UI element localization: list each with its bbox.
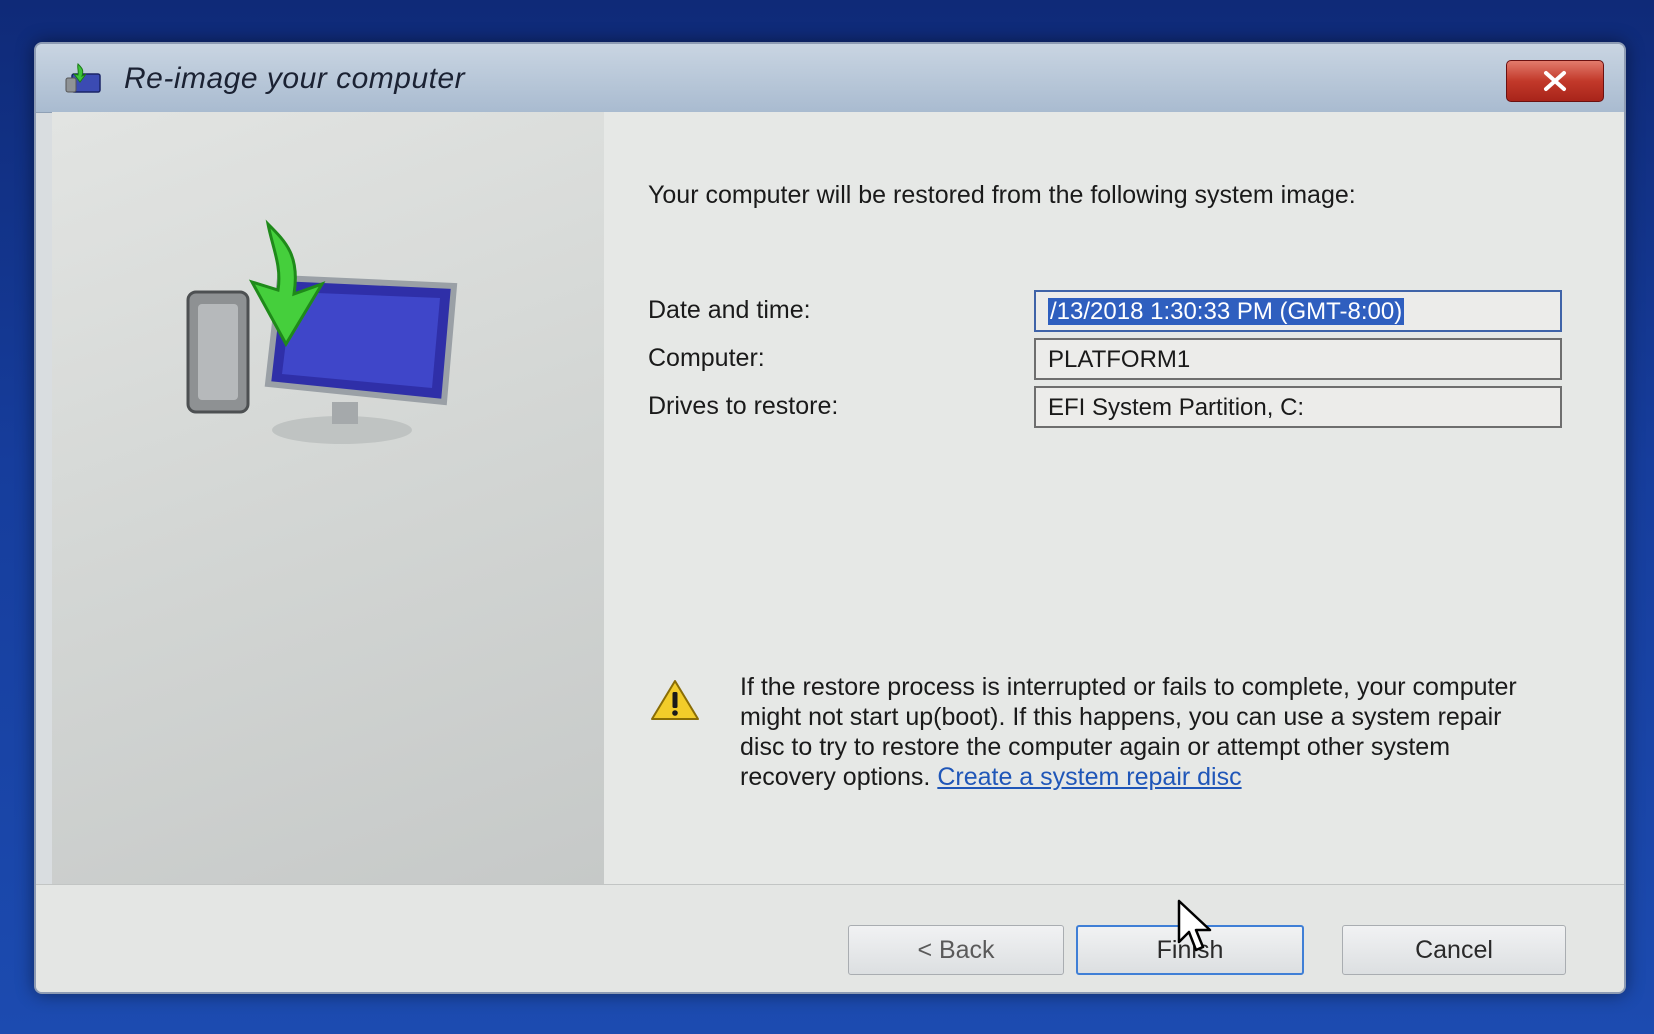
close-button[interactable] bbox=[1506, 60, 1604, 102]
date-time-value: /13/2018 1:30:33 PM (GMT-8:00) bbox=[1048, 298, 1405, 325]
date-time-label: Date and time: bbox=[648, 296, 811, 324]
warning-icon bbox=[650, 678, 700, 722]
computer-label: Computer: bbox=[648, 344, 765, 372]
close-icon bbox=[1542, 70, 1568, 92]
computer-field[interactable]: PLATFORM1 bbox=[1034, 338, 1562, 380]
cancel-button[interactable]: Cancel bbox=[1342, 925, 1566, 975]
intro-text: Your computer will be restored from the … bbox=[648, 181, 1356, 209]
window-title: Re-image your computer bbox=[124, 62, 466, 95]
system-restore-icon bbox=[62, 62, 106, 96]
wizard-content-panel: Your computer will be restored from the … bbox=[604, 112, 1624, 884]
finish-button[interactable]: Finish bbox=[1076, 925, 1304, 975]
restore-monitor-illustration bbox=[186, 219, 458, 444]
back-button[interactable]: < Back bbox=[848, 925, 1064, 975]
drives-field[interactable]: EFI System Partition, C: bbox=[1034, 386, 1562, 428]
title-bar[interactable]: Re-image your computer bbox=[36, 44, 1624, 113]
wizard-illustration-panel bbox=[52, 112, 604, 884]
button-bar: < Back Finish Cancel bbox=[36, 884, 1624, 992]
warning-message: If the restore process is interrupted or… bbox=[740, 672, 1520, 792]
drives-label: Drives to restore: bbox=[648, 392, 839, 420]
date-time-field[interactable]: /13/2018 1:30:33 PM (GMT-8:00) bbox=[1034, 290, 1562, 332]
reimage-dialog: Re-image your computer Your computer wil… bbox=[34, 42, 1626, 994]
create-repair-disc-link[interactable]: Create a system repair disc bbox=[937, 763, 1241, 791]
